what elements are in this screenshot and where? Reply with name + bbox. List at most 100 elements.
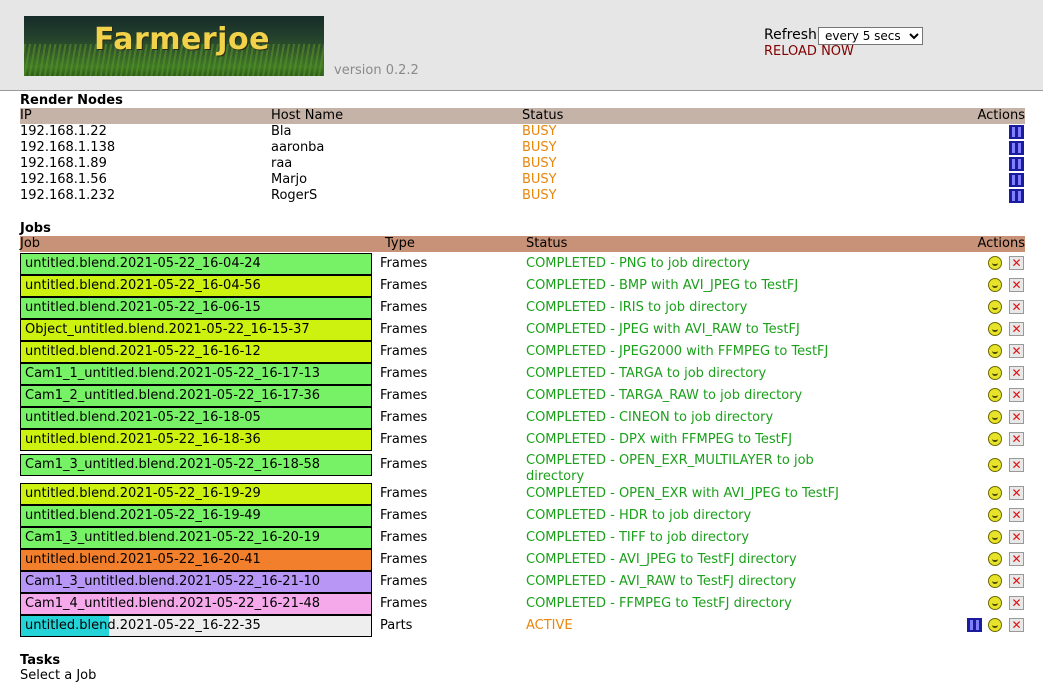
job-name-cell[interactable]: untitled.blend.2021-05-22_16-04-56 xyxy=(20,275,372,297)
job-row[interactable]: untitled.blend.2021-05-22_16-06-15 Frames… xyxy=(20,297,1025,319)
job-name: untitled.blend.2021-05-22_16-22-35 xyxy=(25,618,261,633)
job-name-cell[interactable]: untitled.blend.2021-05-22_16-18-05 xyxy=(20,407,372,429)
job-row[interactable]: Cam1_2_untitled.blend.2021-05-22_16-17-3… xyxy=(20,385,1025,407)
smiley-icon[interactable] xyxy=(988,300,1002,314)
col-status-header: Status xyxy=(526,236,568,251)
job-row[interactable]: untitled.blend.2021-05-22_16-16-12 Frames… xyxy=(20,341,1025,363)
job-name-cell[interactable]: Cam1_2_untitled.blend.2021-05-22_16-17-3… xyxy=(20,385,372,407)
node-row: 192.168.1.138 aaronba BUSY xyxy=(20,140,1025,156)
job-status: COMPLETED - FFMPEG to TestFJ directory xyxy=(526,596,792,611)
delete-icon[interactable]: ✕ xyxy=(1009,388,1024,402)
job-row[interactable]: Cam1_1_untitled.blend.2021-05-22_16-17-1… xyxy=(20,363,1025,385)
node-ip: 192.168.1.22 xyxy=(20,124,107,139)
job-name-cell[interactable]: untitled.blend.2021-05-22_16-20-41 xyxy=(20,549,372,571)
job-name-cell[interactable]: Cam1_4_untitled.blend.2021-05-22_16-21-4… xyxy=(20,593,372,615)
delete-icon[interactable]: ✕ xyxy=(1009,432,1024,446)
job-name: Cam1_1_untitled.blend.2021-05-22_16-17-1… xyxy=(25,366,321,381)
delete-icon[interactable]: ✕ xyxy=(1009,486,1024,500)
job-row[interactable]: untitled.blend.2021-05-22_16-20-41 Frames… xyxy=(20,549,1025,571)
smiley-icon[interactable] xyxy=(988,432,1002,446)
job-name-cell[interactable]: Cam1_3_untitled.blend.2021-05-22_16-18-5… xyxy=(20,454,372,476)
job-name-cell[interactable]: untitled.blend.2021-05-22_16-19-29 xyxy=(20,483,372,505)
job-type: Frames xyxy=(380,410,428,425)
smiley-icon[interactable] xyxy=(988,344,1002,358)
delete-icon[interactable]: ✕ xyxy=(1009,322,1024,336)
logo-text: Farmerjoe xyxy=(94,22,270,57)
job-name-cell[interactable]: Object_untitled.blend.2021-05-22_16-15-3… xyxy=(20,319,372,341)
smiley-icon[interactable] xyxy=(988,486,1002,500)
smiley-icon[interactable] xyxy=(988,574,1002,588)
job-row[interactable]: Cam1_3_untitled.blend.2021-05-22_16-18-5… xyxy=(20,451,1025,484)
job-row[interactable]: Cam1_4_untitled.blend.2021-05-22_16-21-4… xyxy=(20,593,1025,615)
smiley-icon[interactable] xyxy=(988,388,1002,402)
delete-icon[interactable]: ✕ xyxy=(1009,278,1024,292)
job-type: Frames xyxy=(380,432,428,447)
smiley-icon[interactable] xyxy=(988,322,1002,336)
delete-icon[interactable]: ✕ xyxy=(1009,530,1024,544)
job-name: Cam1_4_untitled.blend.2021-05-22_16-21-4… xyxy=(25,596,321,611)
smiley-icon[interactable] xyxy=(988,530,1002,544)
delete-icon[interactable]: ✕ xyxy=(1009,300,1024,314)
job-name-cell[interactable]: Cam1_1_untitled.blend.2021-05-22_16-17-1… xyxy=(20,363,372,385)
pause-icon[interactable] xyxy=(1009,125,1024,139)
delete-icon[interactable]: ✕ xyxy=(1009,256,1024,270)
delete-icon[interactable]: ✕ xyxy=(1009,596,1024,610)
refresh-interval-select[interactable]: every 5 secs xyxy=(818,27,923,45)
job-name-cell[interactable]: Cam1_3_untitled.blend.2021-05-22_16-20-1… xyxy=(20,527,372,549)
delete-icon[interactable]: ✕ xyxy=(1009,458,1024,472)
job-row[interactable]: untitled.blend.2021-05-22_16-22-35 Parts A… xyxy=(20,615,1025,637)
job-row[interactable]: Cam1_3_untitled.blend.2021-05-22_16-20-1… xyxy=(20,527,1025,549)
delete-icon[interactable]: ✕ xyxy=(1009,410,1024,424)
job-name-cell[interactable]: untitled.blend.2021-05-22_16-19-49 xyxy=(20,505,372,527)
smiley-icon[interactable] xyxy=(988,508,1002,522)
job-name: Cam1_3_untitled.blend.2021-05-22_16-21-1… xyxy=(25,574,321,589)
job-row[interactable]: Object_untitled.blend.2021-05-22_16-15-3… xyxy=(20,319,1025,341)
node-ip: 192.168.1.56 xyxy=(20,172,107,187)
delete-icon[interactable]: ✕ xyxy=(1009,618,1024,632)
smiley-icon[interactable] xyxy=(988,256,1002,270)
job-row[interactable]: untitled.blend.2021-05-22_16-18-36 Frames… xyxy=(20,429,1025,451)
pause-icon[interactable] xyxy=(1009,189,1024,203)
smiley-icon[interactable] xyxy=(988,366,1002,380)
delete-icon[interactable]: ✕ xyxy=(1009,508,1024,522)
job-type: Frames xyxy=(380,457,428,472)
job-row[interactable]: untitled.blend.2021-05-22_16-19-29 Frames… xyxy=(20,483,1025,505)
job-status: COMPLETED - OPEN_EXR_MULTILAYER to job d… xyxy=(526,453,814,484)
pause-icon[interactable] xyxy=(1009,141,1024,155)
job-name-cell[interactable]: untitled.blend.2021-05-22_16-16-12 xyxy=(20,341,372,363)
smiley-icon[interactable] xyxy=(988,410,1002,424)
smiley-icon[interactable] xyxy=(988,278,1002,292)
node-ip: 192.168.1.232 xyxy=(20,188,116,203)
pause-icon[interactable] xyxy=(1009,173,1024,187)
delete-icon[interactable]: ✕ xyxy=(1009,366,1024,380)
job-name: Object_untitled.blend.2021-05-22_16-15-3… xyxy=(25,322,310,337)
job-name: untitled.blend.2021-05-22_16-19-49 xyxy=(25,508,261,523)
job-name-cell[interactable]: untitled.blend.2021-05-22_16-06-15 xyxy=(20,297,372,319)
reload-now-link[interactable]: RELOAD NOW xyxy=(764,44,854,59)
job-status: COMPLETED - IRIS to job directory xyxy=(526,300,748,315)
job-name: untitled.blend.2021-05-22_16-06-15 xyxy=(25,300,261,315)
col-host-header: Host Name xyxy=(271,108,344,123)
delete-icon[interactable]: ✕ xyxy=(1009,552,1024,566)
smiley-icon[interactable] xyxy=(988,458,1002,472)
node-row: 192.168.1.232 RogerS BUSY xyxy=(20,188,1025,204)
smiley-icon[interactable] xyxy=(988,596,1002,610)
job-status: ACTIVE xyxy=(526,618,573,633)
delete-icon[interactable]: ✕ xyxy=(1009,574,1024,588)
delete-icon[interactable]: ✕ xyxy=(1009,344,1024,358)
job-row[interactable]: Cam1_3_untitled.blend.2021-05-22_16-21-1… xyxy=(20,571,1025,593)
job-row[interactable]: untitled.blend.2021-05-22_16-18-05 Frames… xyxy=(20,407,1025,429)
smiley-icon[interactable] xyxy=(988,552,1002,566)
job-name-cell[interactable]: untitled.blend.2021-05-22_16-18-36 xyxy=(20,429,372,451)
pause-icon[interactable] xyxy=(1009,157,1024,171)
smiley-icon[interactable] xyxy=(988,618,1002,632)
job-row[interactable]: untitled.blend.2021-05-22_16-04-56 Frames… xyxy=(20,275,1025,297)
job-status: COMPLETED - OPEN_EXR with AVI_JPEG to Te… xyxy=(526,486,839,501)
job-name-cell[interactable]: untitled.blend.2021-05-22_16-04-24 xyxy=(20,253,372,275)
job-row[interactable]: untitled.blend.2021-05-22_16-04-24 Frames… xyxy=(20,253,1025,275)
job-row[interactable]: untitled.blend.2021-05-22_16-19-49 Frames… xyxy=(20,505,1025,527)
job-name-cell[interactable]: Cam1_3_untitled.blend.2021-05-22_16-21-1… xyxy=(20,571,372,593)
job-name-cell[interactable]: untitled.blend.2021-05-22_16-22-35 xyxy=(20,615,372,637)
pause-icon[interactable] xyxy=(967,618,982,632)
job-type: Frames xyxy=(380,278,428,293)
